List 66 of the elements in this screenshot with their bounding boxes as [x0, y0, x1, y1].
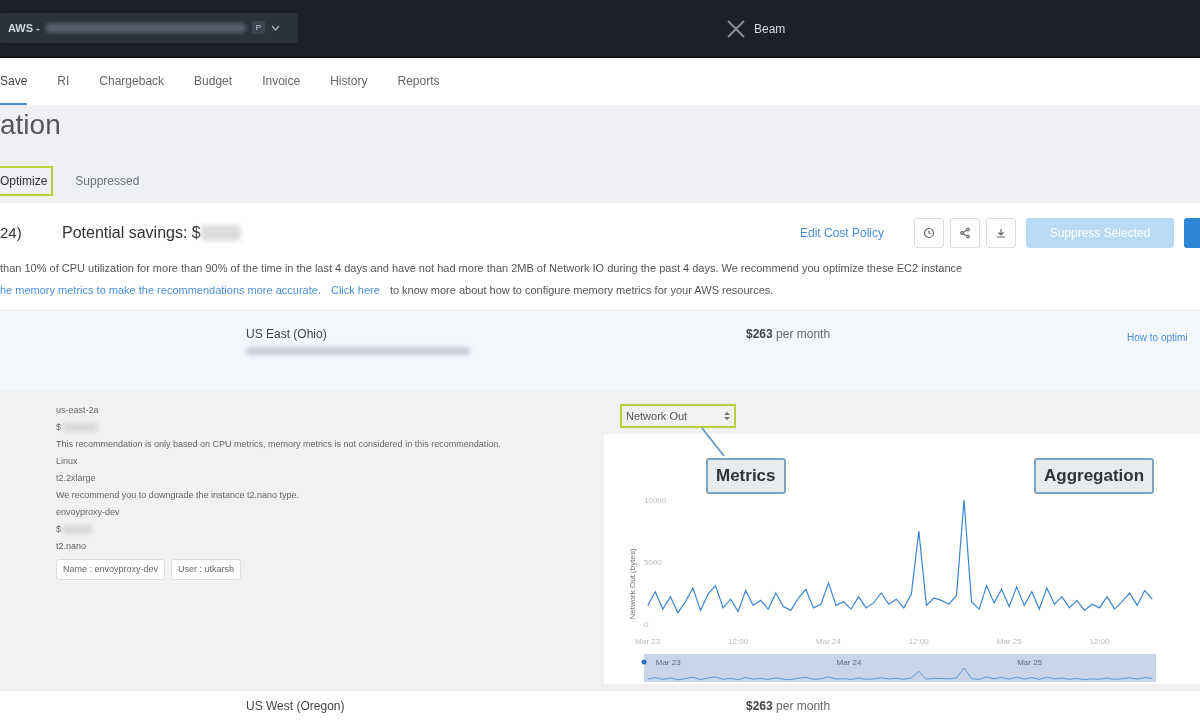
description-text: than 10% of CPU utilization for more than 90% of the time in the last 4 days and have not had more than 2MB of Network IO during the past 4 days. We recommend you optimize these EC2 instance [0, 262, 963, 275]
price-symbol: $ [56, 420, 61, 434]
navigator-band[interactable] [644, 653, 1156, 682]
primary-button[interactable] [1184, 217, 1200, 248]
x-tick-label: Mar 24 [816, 636, 841, 646]
operating-system: Linux [56, 454, 79, 468]
region-row[interactable]: US East (Ohio) $263 per month How to optimi [0, 310, 1200, 390]
navigator-label: Mar 24 [836, 657, 862, 667]
download-icon [995, 226, 1007, 239]
region-name: US West (Oregon) [246, 699, 345, 714]
annotation-callout: Metrics [706, 457, 786, 494]
description-text: to know more about how to configure memory metrics for your AWS resources. [389, 284, 774, 297]
download-button[interactable] [986, 217, 1016, 248]
nav-tab[interactable]: Reports [397, 57, 440, 106]
region-name: US East (Ohio) [246, 327, 328, 342]
redacted-text [200, 224, 241, 241]
share-icon [959, 226, 971, 239]
nav-tab[interactable]: Invoice [262, 57, 301, 106]
monthly-cost: $263 per month [746, 699, 831, 714]
history-button[interactable] [914, 217, 944, 248]
brand-name: Beam [754, 22, 786, 36]
instance-tag: Name : envoyproxy-dev [56, 558, 166, 580]
memory-metrics-link[interactable]: he memory metrics to make the recommendations more accurate. [0, 284, 321, 297]
availability-zone: us-east-2a [56, 403, 100, 417]
recommendation-text: We recommend you to downgrade the instance t2.nano type. [56, 488, 300, 502]
monthly-cost: $263 per month [746, 327, 831, 342]
nav-tab[interactable]: Budget [194, 57, 233, 106]
nav-tab[interactable]: RI [57, 57, 70, 106]
updown-caret-icon [724, 410, 730, 421]
x-tick-label: 12:00 [908, 636, 929, 646]
clock-icon [923, 226, 935, 239]
account-badge: P [251, 21, 266, 35]
x-tick-label: 12:00 [728, 636, 749, 646]
navigator-handle[interactable] [641, 659, 647, 665]
y-axis-label: Network Out (bytes) [628, 548, 637, 620]
price-symbol: $ [56, 522, 61, 536]
metric-select[interactable]: Network Out [620, 403, 736, 428]
account-dropdown[interactable]: AWS - P [0, 12, 298, 43]
leader-line [700, 425, 726, 458]
click-here-link[interactable]: Click here [330, 284, 380, 297]
caret-icon [271, 24, 281, 31]
recommended-instance-type: t2.nano [56, 539, 88, 553]
y-tick-label: 10000 [644, 495, 667, 505]
edit-cost-policy-link[interactable]: Edit Cost Policy [799, 225, 884, 240]
share-button[interactable] [950, 217, 980, 248]
redacted-text [62, 524, 92, 534]
annotation-callout: Aggregation [1034, 457, 1155, 494]
how-to-optimize-link[interactable]: How to optimi [1127, 332, 1188, 344]
y-tick-label: 5000 [644, 557, 662, 567]
navigator-label: Mar 23 [655, 657, 681, 667]
instance-count: 24) [0, 224, 23, 242]
sub-tab[interactable]: Optimize [0, 165, 54, 196]
instance-name: envoyproxy-dev [56, 505, 121, 519]
potential-savings: Potential savings: $ [62, 223, 201, 242]
nav-tab[interactable]: History [330, 57, 368, 106]
sub-tab[interactable]: Suppressed [75, 165, 146, 196]
nav-tab[interactable]: Chargeback [99, 57, 165, 106]
page-title: ation [0, 108, 62, 142]
current-instance-type: t2.2xlarge [56, 471, 97, 485]
instance-tag: User : utkarsh [171, 558, 242, 580]
x-logo-icon [726, 20, 746, 38]
navigator-label: Mar 25 [1017, 657, 1043, 667]
recommendation-note: This recommendation is only based on CPU metrics, memory metrics is not considered in this recommendation. [56, 437, 502, 451]
x-tick-label: Mar 23 [635, 636, 661, 646]
redacted-text [62, 422, 98, 432]
account-label: AWS - [8, 21, 40, 34]
